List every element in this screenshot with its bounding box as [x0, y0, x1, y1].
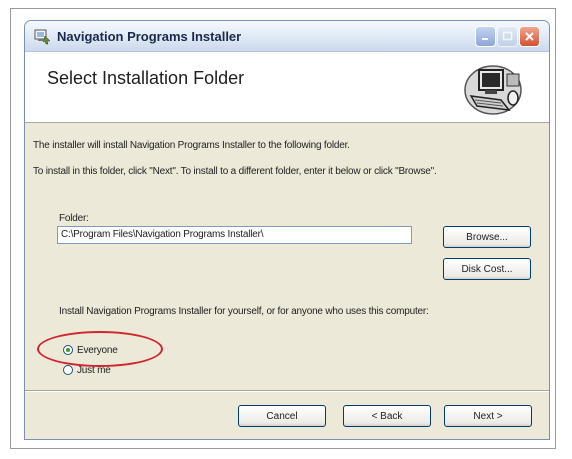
cancel-button[interactable]: Cancel	[238, 405, 326, 427]
folder-path-input[interactable]: C:\Program Files\Navigation Programs Ins…	[57, 226, 412, 244]
title-bar[interactable]: Navigation Programs Installer	[25, 21, 549, 52]
page-title: Select Installation Folder	[47, 68, 245, 88]
folder-label: Folder:	[59, 213, 89, 224]
installer-window: Navigation Programs Installer Select Ins…	[24, 20, 550, 440]
next-button[interactable]: Next >	[444, 405, 532, 427]
disk-cost-button[interactable]: Disk Cost...	[443, 258, 531, 280]
close-icon	[525, 32, 534, 41]
minimize-icon	[482, 38, 488, 40]
instruction-text: To install in this folder, click "Next".…	[33, 166, 437, 177]
intro-text: The installer will install Navigation Pr…	[33, 140, 350, 151]
browse-button[interactable]: Browse...	[443, 226, 531, 248]
header-panel: Select Installation Folder	[25, 52, 549, 123]
installer-app-icon	[34, 29, 51, 45]
back-button[interactable]: < Back	[343, 405, 431, 427]
radio-just-me-indicator[interactable]	[63, 365, 73, 375]
install-for-question: Install Navigation Programs Installer fo…	[59, 306, 429, 317]
maximize-button	[497, 26, 518, 47]
close-button[interactable]	[519, 26, 540, 47]
red-highlight-annotation	[37, 331, 163, 367]
maximize-icon	[502, 31, 513, 41]
footer-separator	[25, 390, 549, 392]
minimize-button[interactable]	[475, 26, 496, 47]
computer-installer-icon	[464, 65, 522, 115]
window-title: Navigation Programs Installer	[57, 29, 242, 44]
